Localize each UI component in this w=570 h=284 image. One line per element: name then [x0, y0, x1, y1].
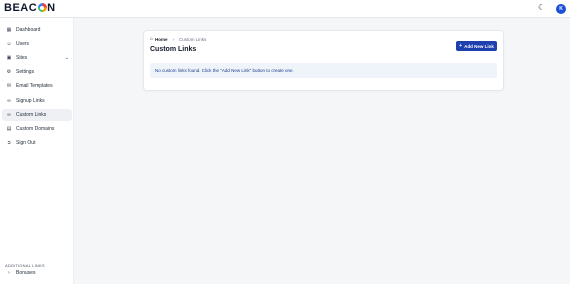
- domain-icon: ▤: [6, 126, 12, 132]
- moon-icon[interactable]: ☾: [538, 4, 546, 12]
- plus-icon: +: [459, 43, 463, 49]
- chevron-down-icon[interactable]: ⌄: [65, 55, 69, 61]
- avatar[interactable]: K: [556, 4, 566, 14]
- breadcrumb-home[interactable]: Home: [155, 37, 168, 42]
- empty-state-message: No custom links found. Click the "Add Ne…: [150, 63, 497, 78]
- home-icon: ⌂: [150, 36, 154, 42]
- chevron-right-icon: ›: [8, 270, 10, 276]
- custom-links-card: ⌂ Home › Custom Links Custom Links + Add…: [143, 30, 504, 91]
- sidebar-item-custom-links[interactable]: ∞ Custom Links: [2, 109, 72, 121]
- sidebar-item-label: Users: [16, 41, 30, 47]
- sidebar-item-dashboard[interactable]: ▦ Dashboard: [2, 24, 72, 36]
- page-title: Custom Links: [150, 46, 197, 53]
- sidebar-item-label: Custom Domains: [16, 126, 55, 132]
- sidebar-item-label: Sites: [16, 55, 28, 61]
- sidebar-item-settings[interactable]: ⚙ Settings: [2, 66, 72, 78]
- add-new-link-button[interactable]: + Add New Link: [456, 41, 497, 51]
- sidebar-item-label: Dashboard: [16, 27, 41, 33]
- sidebar-item-bonuses[interactable]: › Bonuses: [2, 267, 72, 279]
- logo[interactable]: BEAC N: [4, 2, 56, 14]
- sites-icon: ▣: [6, 55, 12, 61]
- sidebar-item-sign-out[interactable]: ➲ Sign Out: [2, 137, 72, 149]
- top-bar: BEAC N ☾ K: [0, 0, 570, 18]
- sidebar-item-label: Sign Out: [16, 140, 36, 146]
- add-new-link-label: Add New Link: [464, 43, 494, 49]
- sidebar-item-custom-domains[interactable]: ▤ Custom Domains: [2, 123, 72, 135]
- sidebar-item-sites[interactable]: ▣ Sites ⌄: [2, 52, 72, 64]
- sidebar-item-label: Bonuses: [16, 270, 36, 276]
- sidebar-item-signup-links[interactable]: ∞ Signup Links: [2, 95, 72, 107]
- logo-o-icon: [37, 3, 47, 12]
- breadcrumb: ⌂ Home › Custom Links: [150, 36, 206, 42]
- mail-icon: ✉: [6, 83, 12, 89]
- sidebar: ▦ Dashboard ☺ Users ▣ Sites ⌄ ⚙ Settings…: [0, 18, 74, 284]
- sidebar-item-label: Settings: [16, 69, 35, 75]
- link-icon: ∞: [7, 98, 11, 104]
- grid-icon: ▦: [6, 27, 12, 33]
- sidebar-item-label: Custom Links: [16, 112, 47, 118]
- sidebar-item-label: Email Templates: [16, 83, 53, 89]
- chevron-right-icon: ›: [172, 36, 175, 42]
- sidebar-item-users[interactable]: ☺ Users: [2, 38, 72, 50]
- link-icon: ∞: [7, 112, 11, 118]
- sign-out-icon: ➲: [6, 140, 12, 146]
- breadcrumb-current: Custom Links: [179, 36, 207, 42]
- users-icon: ☺: [6, 41, 12, 47]
- sidebar-item-email-templates[interactable]: ✉ Email Templates: [2, 80, 72, 92]
- gear-icon: ⚙: [6, 69, 12, 75]
- sidebar-item-label: Signup Links: [16, 98, 45, 104]
